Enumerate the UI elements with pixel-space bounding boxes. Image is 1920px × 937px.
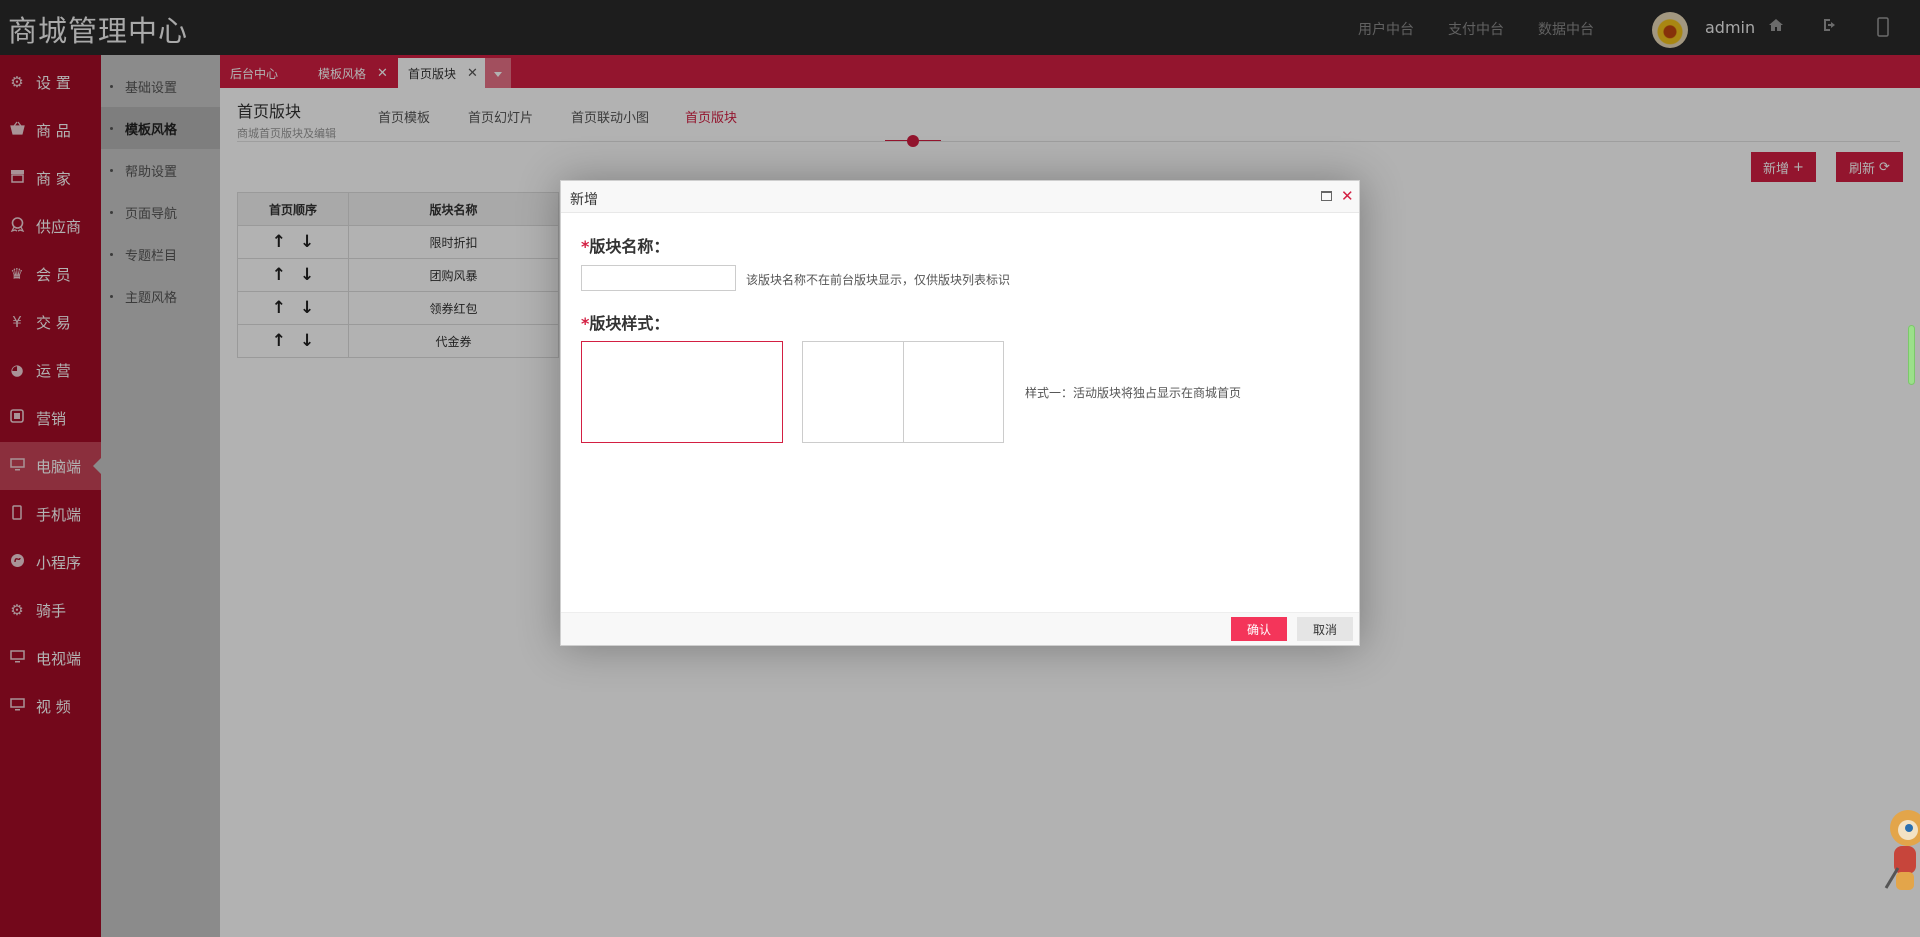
block-name-label-text: 版块名称： xyxy=(589,237,670,256)
block-name-label: *版块名称： xyxy=(581,233,669,257)
dialog-title: 新增 xyxy=(570,192,598,208)
block-name-input[interactable] xyxy=(581,265,736,291)
add-block-dialog: 新增 ✕ *版块名称： 该版块名称不在前台版块显示，仅供版块列表标识 *版块样式… xyxy=(560,180,1360,646)
style-divider xyxy=(903,342,904,442)
maximize-icon[interactable] xyxy=(1321,191,1332,201)
block-style-hint: 样式一：活动版块将独占显示在商城首页 xyxy=(1025,386,1242,400)
dialog-header: 新增 ✕ xyxy=(561,181,1359,213)
mascot-image[interactable] xyxy=(1876,806,1920,906)
style-option-double[interactable] xyxy=(802,341,1004,443)
confirm-button[interactable]: 确认 xyxy=(1231,617,1287,641)
cancel-button[interactable]: 取消 xyxy=(1297,617,1353,641)
close-icon[interactable]: ✕ xyxy=(1341,187,1354,205)
dialog-footer: 确认 取消 xyxy=(561,612,1359,645)
block-style-label: *版块样式： xyxy=(581,310,669,334)
block-name-hint: 该版块名称不在前台版块显示，仅供版块列表标识 xyxy=(746,273,1011,287)
style-option-single[interactable] xyxy=(581,341,783,443)
side-scroll-indicator[interactable] xyxy=(1908,325,1915,385)
block-style-label-text: 版块样式： xyxy=(589,314,670,333)
